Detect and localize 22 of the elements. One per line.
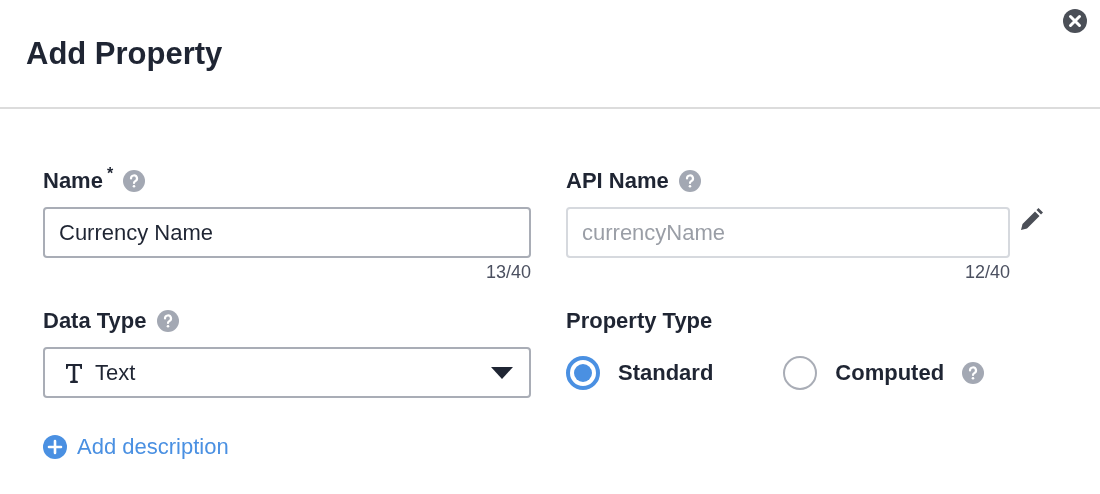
field-label: Property Type (566, 308, 713, 334)
dialog-title: Add Property (26, 35, 223, 72)
input-field[interactable]: Currency Name (43, 207, 531, 258)
field-label: API Name (566, 168, 669, 194)
data-type-dropdown[interactable]: Text (43, 347, 531, 398)
field-label: Data Type (43, 308, 147, 334)
close-icon[interactable] (1062, 8, 1088, 34)
radio-button[interactable] (566, 355, 600, 390)
help-icon[interactable] (123, 170, 146, 192)
required-mark: * (106, 165, 114, 183)
pencil-icon[interactable] (1018, 207, 1044, 233)
help-icon[interactable] (962, 361, 985, 384)
radio-label: Standard (618, 359, 714, 386)
caret-icon (491, 366, 513, 379)
text-type-icon (65, 362, 83, 383)
field-label: Name (43, 168, 103, 194)
plus-icon (43, 435, 67, 459)
character-counter: 12/40 (964, 262, 1010, 283)
help-icon[interactable] (156, 310, 179, 332)
radio-label: Computed (835, 359, 945, 386)
radio-button[interactable] (783, 355, 818, 390)
character-counter: 13/40 (485, 262, 531, 283)
